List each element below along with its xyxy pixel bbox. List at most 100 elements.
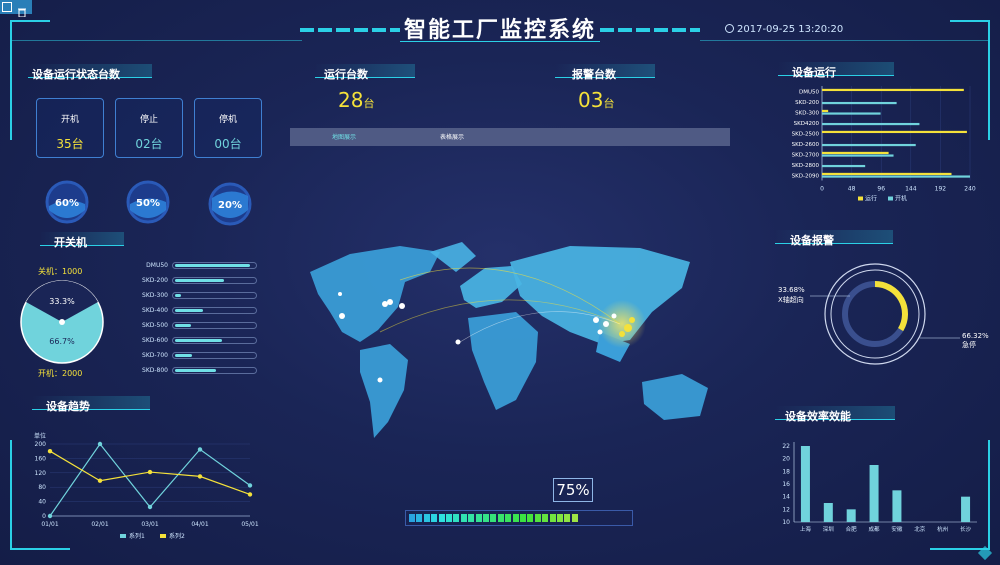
- tab-table[interactable]: 表格展示: [440, 132, 464, 141]
- alarm-donut: 33.68% X轴超向 66.32% 急停: [778, 263, 989, 365]
- power-bar-label: SKD-700: [142, 352, 168, 359]
- legend-swatch: [120, 534, 126, 538]
- bar: [822, 130, 967, 134]
- power-bar-fill: [175, 279, 224, 282]
- y-tick-label: SKD-2500: [792, 131, 820, 137]
- power-bar-fill: [175, 369, 216, 372]
- legend-label: 运行: [865, 195, 877, 203]
- ring-gauge: 20%: [208, 182, 252, 226]
- progress-segment: [624, 514, 630, 522]
- power-bar-fill: [175, 324, 191, 327]
- power-bar-track: [172, 367, 257, 374]
- data-point: [97, 478, 103, 483]
- alarm-left-label: X轴超向: [778, 295, 804, 304]
- bar: [822, 88, 964, 92]
- data-point: [197, 474, 203, 479]
- world-map: [310, 242, 708, 438]
- bar: [892, 490, 902, 522]
- x-tick-label: 成都: [869, 525, 881, 533]
- progress-segment: [520, 514, 526, 522]
- page-title: 智能工厂监控系统: [403, 18, 596, 43]
- ring-gauge: 50%: [126, 180, 170, 224]
- y-tick-label: 12: [782, 506, 790, 513]
- power-bar-label: SKD-500: [142, 322, 168, 329]
- progress-segment: [453, 514, 460, 522]
- y-tick-label: 20: [782, 456, 790, 463]
- stat-box-halt: 停机 00台: [194, 98, 262, 158]
- progress-segment: [557, 514, 563, 522]
- bar: [961, 496, 971, 522]
- power-bar-fill: [175, 264, 250, 267]
- alarm-count-title: 报警台数: [572, 68, 616, 81]
- progress-segment: [587, 514, 593, 522]
- off-label: 关机：1000: [38, 267, 83, 276]
- power-bar-label: SKD-200: [142, 277, 168, 284]
- x-tick-label: 01/01: [41, 521, 58, 528]
- y-tick-label: SKD-2090: [792, 173, 820, 179]
- power-bar-fill: [175, 354, 192, 357]
- ring-label: 50%: [136, 198, 160, 209]
- alarm-right-pct: 66.32%: [962, 332, 989, 340]
- device-running-title: 设备运行: [792, 66, 836, 79]
- progress-bar: [405, 510, 633, 526]
- tab-map[interactable]: 地图展示: [332, 132, 356, 141]
- x-tick-label: 03/01: [141, 521, 158, 528]
- power-bar-track: [172, 337, 257, 344]
- efficiency-title: 设备效率效能: [785, 410, 851, 423]
- power-bar-track: [172, 292, 257, 299]
- progress-segment: [483, 514, 489, 522]
- progress-segment: [579, 514, 585, 522]
- on-label: 开机：2000: [38, 369, 83, 378]
- bar: [822, 101, 897, 105]
- progress-segment: [609, 514, 615, 522]
- progress-segment: [423, 514, 430, 522]
- x-tick-label: 240: [964, 186, 976, 193]
- off-pct: 33.3%: [49, 297, 75, 306]
- bar: [822, 164, 866, 168]
- x-tick-label: 北京: [914, 525, 926, 533]
- y-tick-label: SKD-200: [795, 100, 819, 106]
- view-tabs: 地图展示 表格展示: [290, 128, 730, 146]
- ring-label: 60%: [55, 198, 79, 209]
- stat-label: 开机: [60, 115, 79, 125]
- legend-label: 开机: [895, 195, 907, 203]
- bar: [846, 509, 856, 522]
- x-tick-label: 02/01: [91, 521, 108, 528]
- x-tick-label: 深圳: [823, 525, 835, 533]
- power-bar-fill: [175, 294, 181, 297]
- y-tick-label: 80: [38, 484, 46, 491]
- progress-segment: [534, 514, 541, 522]
- ring-label: 20%: [218, 200, 242, 211]
- data-point: [147, 469, 153, 475]
- stat-label: 停止: [139, 115, 158, 125]
- progress-segment: [446, 514, 452, 522]
- y-tick-label: 10: [782, 519, 790, 526]
- y-tick-label: 120: [35, 470, 47, 477]
- stat-value: 35台: [56, 137, 84, 151]
- bar: [822, 143, 916, 147]
- y-tick-label: 18: [782, 468, 790, 475]
- progress-segment: [505, 514, 512, 522]
- progress-segment: [601, 514, 607, 522]
- trend-unit-label: 单位: [34, 432, 46, 440]
- ring-gauge: 60%: [45, 180, 89, 224]
- power-title: 开关机: [54, 236, 87, 249]
- bar: [800, 446, 810, 522]
- running-title: 运行台数: [324, 68, 368, 81]
- efficiency-chart: 10 12 14 16 18 20 22 上海 深圳 合肥 成都 安徽 北京 杭州 长沙: [782, 442, 977, 533]
- alarm-count: 03台: [578, 88, 615, 112]
- bar: [869, 465, 879, 522]
- data-point: [47, 449, 53, 454]
- bar: [823, 503, 833, 522]
- bar: [822, 109, 829, 113]
- x-tick-label: 96: [877, 186, 885, 193]
- bar: [822, 154, 894, 157]
- progress-label: 75%: [556, 481, 590, 499]
- y-tick-label: SKD-300: [795, 110, 819, 116]
- progress-segment: [416, 514, 423, 522]
- stat-box-on: 开机 35台: [36, 98, 104, 158]
- progress-segment: [512, 514, 519, 522]
- trash-icon[interactable]: [17, 2, 27, 18]
- status-rings: 60% 50% 20%: [45, 180, 252, 226]
- window-icon[interactable]: [2, 2, 12, 12]
